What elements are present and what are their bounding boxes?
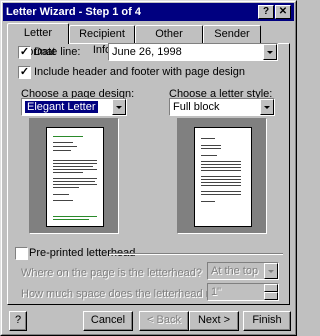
letterhead-where-label: Where on the page is the letterhead? xyxy=(21,267,203,279)
back-button[interactable]: < Back xyxy=(139,311,189,331)
letter-wizard-dialog: Letter Wizard - Step 1 of 4 ? ✕ Letter F… xyxy=(0,0,297,336)
date-line-checkbox[interactable]: ✓ xyxy=(18,46,31,59)
group-divider xyxy=(109,253,283,255)
help-title-button[interactable]: ? xyxy=(258,5,274,19)
finish-button[interactable]: Finish xyxy=(243,311,291,331)
date-line-combo[interactable]: June 26, 1998 xyxy=(108,43,278,61)
letter-page-thumbnail xyxy=(46,127,104,227)
chevron-down-icon[interactable] xyxy=(264,263,278,279)
preprinted-checkbox[interactable] xyxy=(15,247,28,260)
tab-recipient-info[interactable]: Recipient Info xyxy=(69,25,135,56)
window-title: Letter Wizard - Step 1 of 4 xyxy=(6,6,141,18)
page-design-value: Elegant Letter xyxy=(25,101,98,113)
letterhead-where-select[interactable]: At the top xyxy=(207,262,279,280)
spinner-arrows-icon[interactable] xyxy=(264,284,278,300)
letterhead-space-spinner[interactable]: 1" xyxy=(207,283,279,301)
letterhead-space-label: How much space does the letterhead need? xyxy=(21,288,237,300)
date-line-value: June 26, 1998 xyxy=(112,46,182,58)
letter-style-preview xyxy=(177,118,267,234)
letter-style-select[interactable]: Full block xyxy=(169,98,275,116)
chevron-down-icon[interactable] xyxy=(263,44,277,60)
header-footer-checkbox[interactable]: ✓ xyxy=(18,66,31,79)
close-icon[interactable]: ✕ xyxy=(275,5,291,19)
letterhead-where-value: At the top xyxy=(211,265,259,277)
help-assistant-button[interactable]: ? xyxy=(9,311,27,331)
letterhead-space-value: 1" xyxy=(211,286,222,298)
date-line-label: Date line: xyxy=(34,46,81,58)
chevron-down-icon[interactable] xyxy=(112,99,126,115)
chevron-down-icon[interactable] xyxy=(260,99,274,115)
tab-letter-format[interactable]: Letter Format xyxy=(7,23,69,58)
letter-style-thumbnail xyxy=(194,127,252,227)
page-design-select[interactable]: Elegant Letter xyxy=(21,98,127,116)
letter-style-value: Full block xyxy=(173,101,220,113)
tab-other-elements[interactable]: Other Elements xyxy=(135,25,203,56)
tab-sender-info[interactable]: Sender Info xyxy=(203,25,261,56)
title-bar: Letter Wizard - Step 1 of 4 ? ✕ xyxy=(3,3,294,21)
next-button[interactable]: Next > xyxy=(189,311,239,331)
page-design-preview xyxy=(29,118,119,234)
header-footer-label: Include header and footer with page desi… xyxy=(34,66,245,78)
cancel-button[interactable]: Cancel xyxy=(83,311,133,331)
